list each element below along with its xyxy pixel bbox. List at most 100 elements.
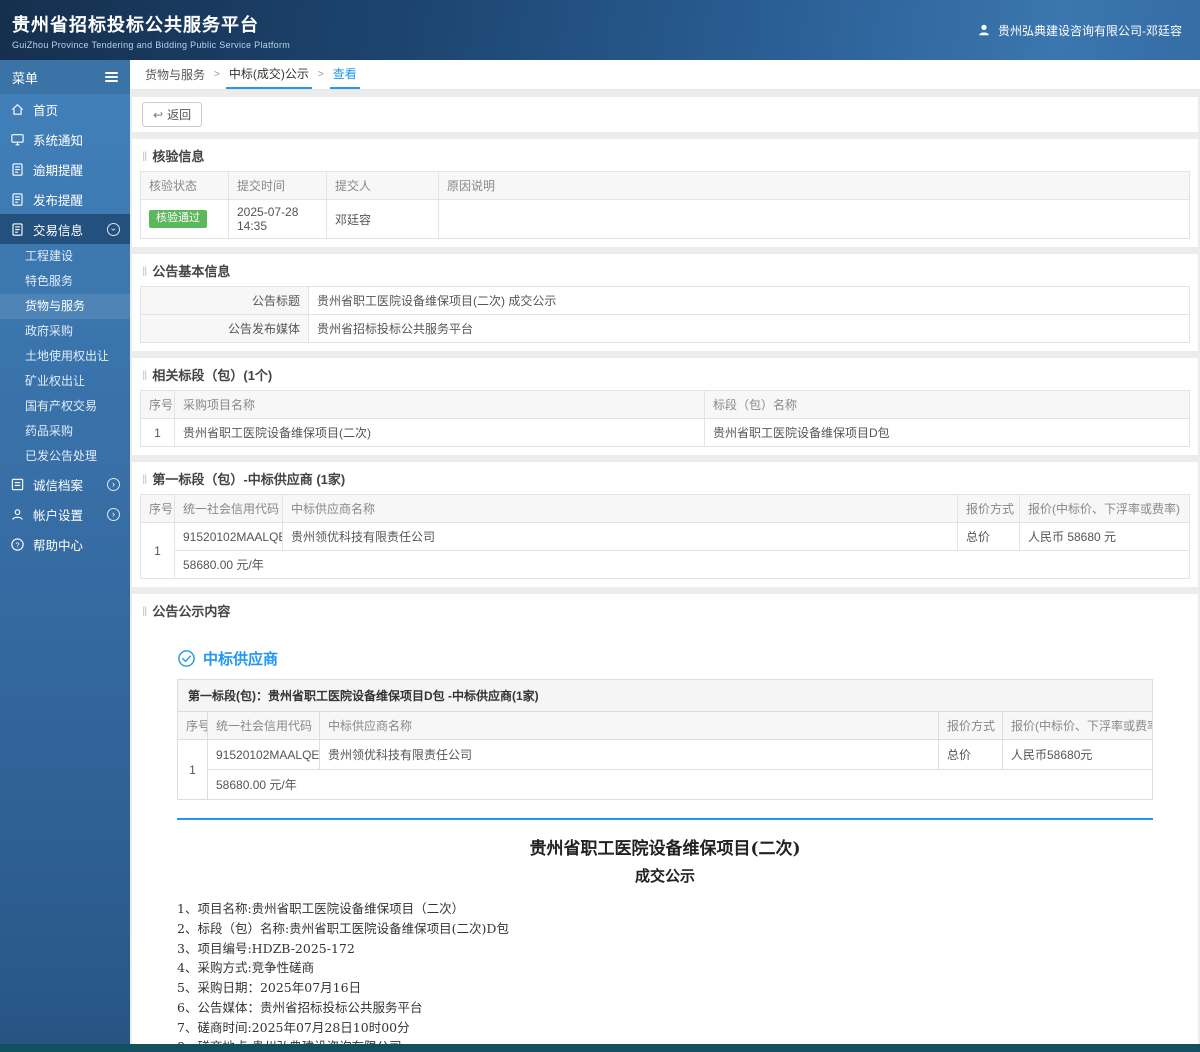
sidebar-item-system-notice[interactable]: 系统通知: [0, 124, 130, 154]
package-name-value: 贵州省职工医院设备维保项目D包: [704, 418, 1190, 447]
announcement-document: 中标供应商 第一标段(包)：贵州省职工医院设备维保项目D包 -中标供应商(1家)…: [132, 626, 1198, 1044]
breadcrumb-goods-services[interactable]: 货物与服务: [142, 60, 208, 89]
col-reason: 原因说明: [438, 171, 1190, 200]
sidebar-item-label: 发布提醒: [33, 193, 84, 208]
breadcrumb: 货物与服务 > 中标(成交)公示 > 查看: [130, 60, 1200, 90]
announcement-title-label: 公告标题: [140, 286, 309, 315]
basic-info-section: ‖ 公告基本信息 公告标题 贵州省职工医院设备维保项目(二次) 成交公示 公告发布…: [132, 254, 1198, 351]
submenu-item-state-property[interactable]: 国有产权交易: [0, 394, 130, 419]
doc-line-procurement-date: 5、采购日期：2025年07月16日: [177, 980, 362, 995]
menu-toggle[interactable]: 菜单: [0, 60, 130, 94]
reason-value: [438, 199, 1190, 239]
document-title: 贵州省职工医院设备维保项目(二次): [529, 839, 801, 859]
svg-text:?: ?: [15, 540, 19, 549]
submenu-item-engineering[interactable]: 工程建设: [0, 244, 130, 269]
monitor-icon: [10, 132, 25, 147]
back-icon: ↩: [153, 107, 164, 122]
credit-code-value: 91520102MAALQEUK9U: [207, 739, 320, 770]
publish-media-label: 公告发布媒体: [140, 314, 309, 343]
breadcrumb-separator: >: [214, 69, 220, 80]
quote-value: 人民币 58680 元: [1019, 522, 1190, 551]
sidebar-item-account-settings[interactable]: 帐户设置 ›: [0, 499, 130, 529]
list-icon: [10, 477, 25, 492]
home-icon: [10, 102, 25, 117]
winner-table: 序号 统一社会信用代码 中标供应商名称 报价方式 报价(中标价、下浮率或费率) …: [140, 494, 1190, 579]
col-index: 序号: [140, 390, 175, 419]
col-package-name: 标段（包）名称: [704, 390, 1190, 419]
submenu-item-land-use[interactable]: 土地使用权出让: [0, 344, 130, 369]
sidebar-item-help-center[interactable]: ? 帮助中心: [0, 529, 130, 559]
breadcrumb-view[interactable]: 查看: [329, 60, 360, 89]
sidebar: 菜单 首页 系统通知 逾期提醒 发布提醒 交易信息 › 工程建设 特色服务 货物…: [0, 60, 130, 1044]
sidebar-item-home[interactable]: 首页: [0, 94, 130, 124]
annual-price-value: 58680.00 元/年: [207, 769, 1153, 800]
doc-line-procurement-method: 4、采购方式:竞争性磋商: [177, 960, 315, 976]
brand: 贵州省招标投标公共服务平台 GuiZhou Province Tendering…: [12, 11, 290, 50]
submenu-item-drug-procurement[interactable]: 药品采购: [0, 419, 130, 444]
help-icon: ?: [10, 537, 25, 552]
sidebar-item-credit-archive[interactable]: 诚信档案 ›: [0, 469, 130, 499]
status-badge: 核验通过: [149, 210, 207, 228]
col-quote-method: 报价方式: [938, 711, 1003, 740]
user-name: 贵州弘典建设咨询有限公司-邓廷容: [998, 23, 1182, 38]
announcement-title-value: 贵州省职工医院设备维保项目(二次) 成交公示: [308, 286, 1190, 315]
section-marker: ‖: [142, 472, 148, 487]
main-content: 货物与服务 > 中标(成交)公示 > 查看 ↩ 返回 ‖ 核验信息 核验状态 提…: [130, 60, 1200, 1044]
submenu-item-mining-rights[interactable]: 矿业权出让: [0, 369, 130, 394]
col-submit-time: 提交时间: [228, 171, 327, 200]
table-row: 58680.00 元/年: [141, 550, 1190, 579]
supplier-name-value: 贵州领优科技有限责任公司: [282, 522, 958, 551]
section-marker: ‖: [142, 368, 148, 383]
sidebar-item-label: 首页: [33, 103, 59, 118]
col-supplier-name: 中标供应商名称: [282, 494, 958, 523]
sidebar-item-label: 系统通知: [33, 133, 84, 148]
document-icon: [10, 222, 25, 237]
table-row: 公告标题 贵州省职工医院设备维保项目(二次) 成交公示: [140, 286, 1190, 315]
back-button[interactable]: ↩ 返回: [142, 102, 203, 127]
user-icon: [977, 23, 992, 38]
related-packages-section: ‖ 相关标段（包）(1个) 序号 采购项目名称 标段（包）名称 1 贵州省职工医院…: [132, 358, 1198, 455]
toolbar: ↩ 返回: [132, 97, 1198, 132]
sidebar-item-overdue-reminder[interactable]: 逾期提醒: [0, 154, 130, 184]
sidebar-item-label: 交易信息: [33, 223, 84, 238]
section-title-winner: ‖ 第一标段（包）-中标供应商 (1家): [142, 472, 346, 487]
platform-title: 贵州省招标投标公共服务平台: [12, 14, 259, 35]
sidebar-item-label: 帮助中心: [33, 538, 84, 553]
project-name-value: 贵州省职工医院设备维保项目(二次): [174, 418, 705, 447]
quote-method-value: 总价: [938, 739, 1003, 770]
sidebar-item-label: 逾期提醒: [33, 163, 84, 178]
supplier-name-value: 贵州领优科技有限责任公司: [319, 739, 939, 770]
submenu-item-government-procurement[interactable]: 政府采购: [0, 319, 130, 344]
section-title-packages: ‖ 相关标段（包）(1个): [142, 368, 273, 383]
col-index: 序号: [140, 494, 175, 523]
document-subtitle: 成交公示: [634, 867, 695, 885]
sidebar-item-transaction-info[interactable]: 交易信息 ›: [0, 214, 130, 244]
user-account[interactable]: 贵州弘典建设咨询有限公司-邓廷容: [977, 22, 1182, 39]
doc-line-project-name: 1、项目名称:贵州省职工医院设备维保项目（二次）: [177, 901, 465, 916]
breadcrumb-award-notice[interactable]: 中标(成交)公示: [225, 60, 312, 89]
packages-table: 序号 采购项目名称 标段（包）名称 1 贵州省职工医院设备维保项目(二次) 贵州…: [140, 390, 1190, 447]
col-credit-code: 统一社会信用代码: [174, 494, 283, 523]
col-quote: 报价(中标价、下浮率或费率): [1002, 711, 1153, 740]
sidebar-item-publish-reminder[interactable]: 发布提醒: [0, 184, 130, 214]
package-index: 1: [140, 418, 175, 447]
transaction-submenu: 工程建设 特色服务 货物与服务 政府采购 土地使用权出让 矿业权出让 国有产权交…: [0, 244, 130, 469]
col-supplier-name: 中标供应商名称: [319, 711, 939, 740]
supplier-heading-label: 中标供应商: [203, 651, 279, 668]
table-row: 1 91520102MAALQEUK9U 贵州领优科技有限责任公司 总价 人民币…: [177, 739, 1153, 800]
package-bar: 第一标段(包)：贵州省职工医院设备维保项目D包 -中标供应商(1家): [177, 679, 1153, 711]
basic-info-table: 公告标题 贵州省职工医院设备维保项目(二次) 成交公示 公告发布媒体 贵州省招标…: [140, 286, 1190, 343]
top-header: 贵州省招标投标公共服务平台 GuiZhou Province Tendering…: [0, 0, 1200, 60]
col-credit-code: 统一社会信用代码: [207, 711, 320, 740]
col-index: 序号: [177, 711, 208, 740]
submenu-item-featured-services[interactable]: 特色服务: [0, 269, 130, 294]
submenu-item-published-notices[interactable]: 已发公告处理: [0, 444, 130, 469]
user-gear-icon: [10, 507, 25, 522]
submenu-item-goods-services[interactable]: 货物与服务: [0, 294, 130, 319]
table-row: 1 贵州省职工医院设备维保项目(二次) 贵州省职工医院设备维保项目D包: [140, 418, 1190, 447]
col-project-name: 采购项目名称: [174, 390, 705, 419]
menu-label: 菜单: [12, 70, 39, 86]
col-verify-status: 核验状态: [140, 171, 229, 200]
bottom-bar: [0, 1044, 1200, 1052]
quote-method-value: 总价: [957, 522, 1020, 551]
